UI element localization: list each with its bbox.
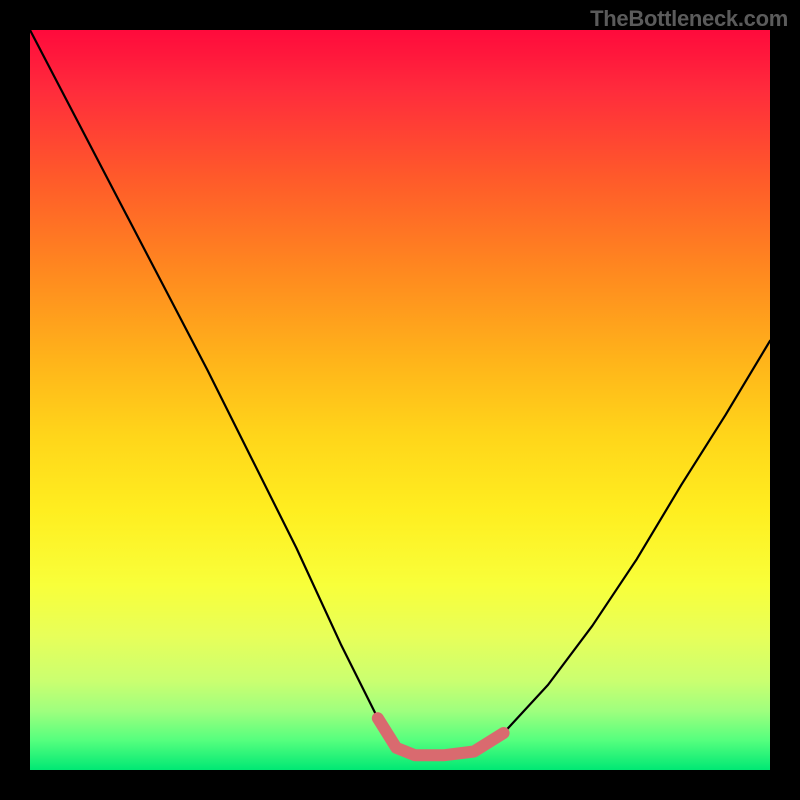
watermark-text: TheBottleneck.com bbox=[590, 6, 788, 32]
chart-svg bbox=[30, 30, 770, 770]
chart-canvas: TheBottleneck.com bbox=[0, 0, 800, 800]
bottleneck-curve bbox=[30, 30, 770, 755]
trough-highlight bbox=[378, 718, 504, 755]
plot-area bbox=[30, 30, 770, 770]
